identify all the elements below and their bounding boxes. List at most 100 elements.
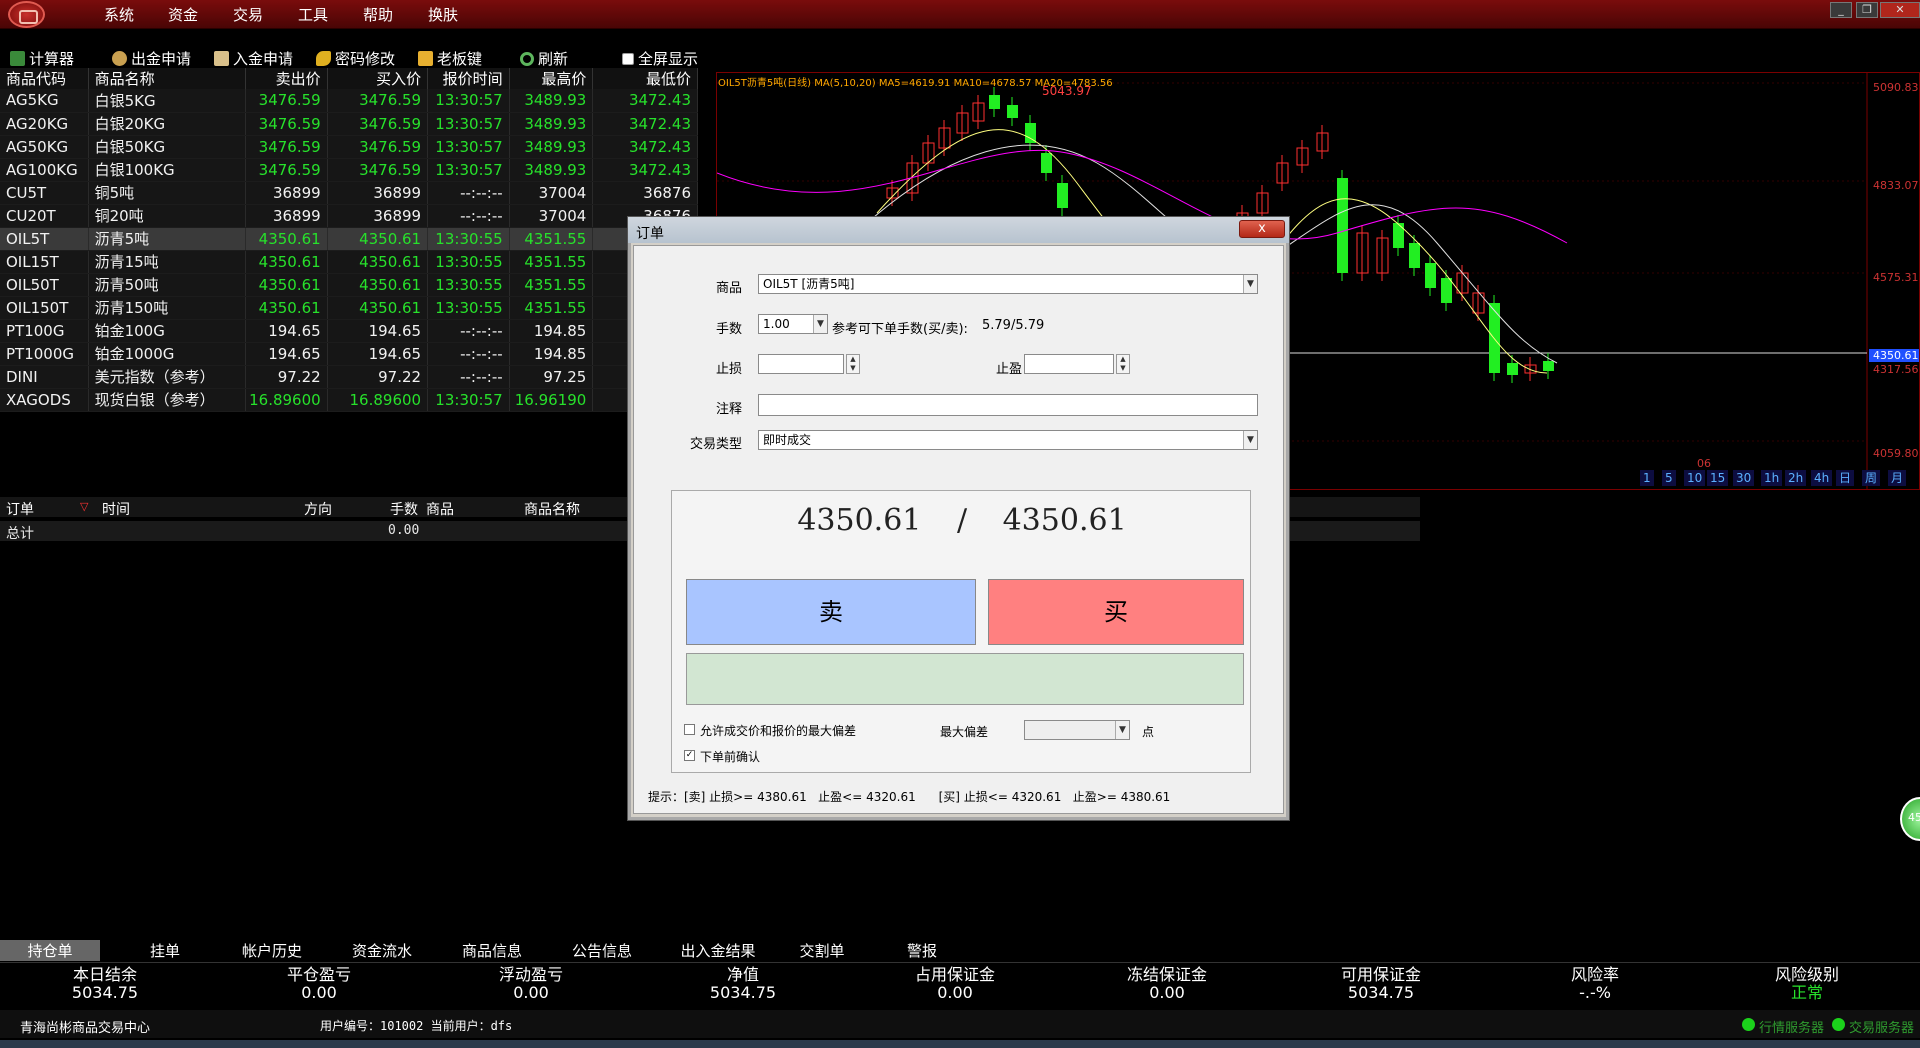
quote-row[interactable]: OIL5T沥青5吨4350.614350.6113:30:554351.5543 [0, 227, 698, 251]
restore-button[interactable]: ❐ [1856, 2, 1878, 18]
quote-row[interactable]: OIL15T 沥青15吨 4350.61 4350.61 13:30:55 4351.55… [0, 250, 698, 274]
menu-skin[interactable]: 换肤 [428, 4, 458, 25]
column-header[interactable]: 买入价 [327, 68, 429, 89]
column-header[interactable]: 商品代码 [0, 68, 89, 89]
timeframe-button[interactable]: 30 [1733, 470, 1755, 486]
note-input[interactable] [758, 394, 1258, 416]
max-deviation-select[interactable]: ▼ [1024, 720, 1130, 740]
stop-loss-stepper[interactable]: ▲ ▼ [846, 354, 860, 374]
withdraw-button[interactable]: 出金申请 [112, 48, 191, 69]
timeframe-button[interactable]: 1 [1640, 470, 1654, 486]
tab-6[interactable]: 出入金结果 [668, 940, 768, 961]
column-header[interactable]: 方向 [304, 499, 332, 519]
quote-row[interactable]: AG100KG 白银100KG 3476.59 3476.59 13:30:57 3489… [0, 158, 698, 182]
order-dialog: 订单 x 商品 OIL5T [沥青5吨] ▼ 手数 1.00 ▼ 参考可下单手数… [627, 216, 1290, 821]
quote-cell-high: 4351.55 [509, 227, 594, 251]
quote-row[interactable]: PT100G铂金100G194.65194.65--:--:--194.8519 [0, 319, 698, 343]
timeframe-button[interactable]: 月 [1888, 470, 1907, 486]
allow-deviation-checkbox[interactable] [684, 724, 695, 735]
menu-system[interactable]: 系统 [104, 4, 134, 25]
tab-5[interactable]: 公告信息 [552, 940, 652, 961]
fullscreen-toggle[interactable]: 全屏显示 [622, 48, 698, 69]
quote-cell-sell: 3476.59 [245, 112, 328, 136]
change-password-button[interactable]: 密码修改 [316, 48, 395, 69]
dialog-close-button[interactable]: x [1239, 220, 1285, 238]
tab-4[interactable]: 商品信息 [442, 940, 542, 961]
tab-7[interactable]: 交割单 [772, 940, 872, 961]
quote-row[interactable]: DINI 美元指数（参考） 97.22 97.22 --:--:-- 97.25 [0, 365, 698, 389]
timeframe-button[interactable]: 2h [1785, 470, 1807, 486]
trade-panel: 4350.61 / 4350.61 卖 买 允许成交价和报价的最大偏差 最大偏差… [671, 490, 1251, 773]
minimize-button[interactable]: _ [1830, 2, 1852, 18]
timeframe-button[interactable]: 日 [1836, 470, 1855, 486]
quote-row[interactable]: CU20T铜20吨3689936899--:--:--3700436876 [0, 204, 698, 228]
product-select[interactable]: OIL5T [沥青5吨] ▼ [758, 274, 1258, 294]
quote-cell-high: 4351.55 [509, 273, 594, 297]
timeframe-button[interactable]: 5 [1662, 470, 1676, 486]
stop-loss-input[interactable] [758, 354, 844, 374]
candle-body [1041, 153, 1052, 173]
status-value: -.-% [1579, 983, 1611, 1002]
timeframe-button[interactable]: 1h [1761, 470, 1783, 486]
column-header[interactable]: 商品名称 [88, 68, 246, 89]
tab-0[interactable]: 持仓单 [0, 940, 100, 961]
column-header[interactable]: 时间 [102, 499, 130, 519]
column-header[interactable]: 最低价 [592, 68, 698, 89]
fullscreen-checkbox-icon [622, 52, 634, 65]
timeframe-button[interactable]: 10 [1684, 470, 1706, 486]
quote-row[interactable]: XAGODS 现货白银（参考） 16.89600 16.89600 13:30:57 16… [0, 388, 698, 412]
calculator-button[interactable]: 计算器 [10, 48, 74, 69]
quote-cell-time: 13:30:55 [427, 227, 510, 251]
tab-1[interactable]: 挂单 [115, 940, 215, 961]
quote-row[interactable]: AG20KG 白银20KG 3476.59 3476.59 13:30:57 3489.9… [0, 112, 698, 136]
sell-button[interactable]: 卖 [686, 579, 976, 645]
window-close-button[interactable]: ✕ [1880, 2, 1920, 18]
floating-widget[interactable]: 45 [1900, 797, 1920, 841]
column-header[interactable]: 报价时间 [427, 68, 510, 89]
y-axis-label: 5090.83 [1873, 81, 1919, 94]
timeframe-button[interactable]: 周 [1862, 470, 1881, 486]
menu-help[interactable]: 帮助 [363, 4, 393, 25]
buy-button[interactable]: 买 [988, 579, 1244, 645]
column-header[interactable]: 订单 [6, 499, 34, 519]
menu-funds[interactable]: 资金 [168, 4, 198, 25]
quote-row[interactable]: OIL50T 沥青50吨 4350.61 4350.61 13:30:55 4351.55… [0, 273, 698, 297]
quote-cell-buy: 4350.61 [327, 227, 429, 251]
quote-row[interactable]: OIL150T 沥青150吨 4350.61 4350.61 13:30:55 4351.… [0, 296, 698, 320]
lots-select[interactable]: 1.00 ▼ [758, 314, 828, 334]
tab-8[interactable]: 警报 [872, 940, 972, 961]
tab-3[interactable]: 资金流水 [332, 940, 432, 961]
status-label: 本日结余 [72, 965, 137, 984]
menu-tools[interactable]: 工具 [298, 4, 328, 25]
column-header[interactable]: 商品名称 [524, 499, 580, 519]
confirm-before-checkbox[interactable]: ✓ [684, 750, 695, 761]
confirm-area[interactable] [686, 653, 1244, 705]
boss-key-button[interactable]: 老板键 [418, 48, 482, 69]
column-header[interactable]: 商品 [426, 499, 454, 519]
deposit-button[interactable]: 入金申请 [214, 48, 293, 69]
menu-trade[interactable]: 交易 [233, 4, 263, 25]
quote-cell-buy: 3476.59 [327, 89, 429, 113]
quote-cell-sell: 36899 [245, 181, 328, 205]
quote-cell-time: 13:30:57 [427, 158, 510, 182]
product-label: 商品 [716, 281, 743, 296]
column-header[interactable]: 卖出价 [245, 68, 328, 89]
column-header[interactable]: 最高价 [509, 68, 594, 89]
quote-cell-name: 沥青50吨 [88, 273, 246, 297]
column-header[interactable]: 手数 [390, 499, 418, 519]
quote-row[interactable]: AG50KG 白银50KG 3476.59 3476.59 13:30:57 3489.9… [0, 135, 698, 159]
quote-cell-code: OIL150T [0, 296, 89, 320]
take-profit-input[interactable] [1024, 354, 1114, 374]
trade-type-select[interactable]: 即时成交 ▼ [758, 430, 1258, 450]
timeframe-button[interactable]: 4h [1811, 470, 1833, 486]
quote-row[interactable]: AG5KG 白银5KG 3476.59 3476.59 13:30:57 3489.93 3… [0, 89, 698, 113]
quote-row[interactable]: CU5T 铜5吨 36899 36899 --:--:-- 37004 36876 [0, 181, 698, 205]
refresh-button[interactable]: 刷新 [520, 48, 568, 69]
take-profit-stepper[interactable]: ▲ ▼ [1116, 354, 1130, 374]
tab-2[interactable]: 帐户历史 [222, 940, 322, 961]
candle-body [1543, 361, 1554, 371]
status-item: 可用保证金 5034.75 [1316, 966, 1446, 1002]
quote-row[interactable]: PT1000G 铂金1000G 194.65 194.65 --:--:-- 194.85… [0, 342, 698, 366]
dialog-body: 商品 OIL5T [沥青5吨] ▼ 手数 1.00 ▼ 参考可下单手数(买/卖)… [633, 245, 1284, 814]
timeframe-button[interactable]: 15 [1707, 470, 1729, 486]
